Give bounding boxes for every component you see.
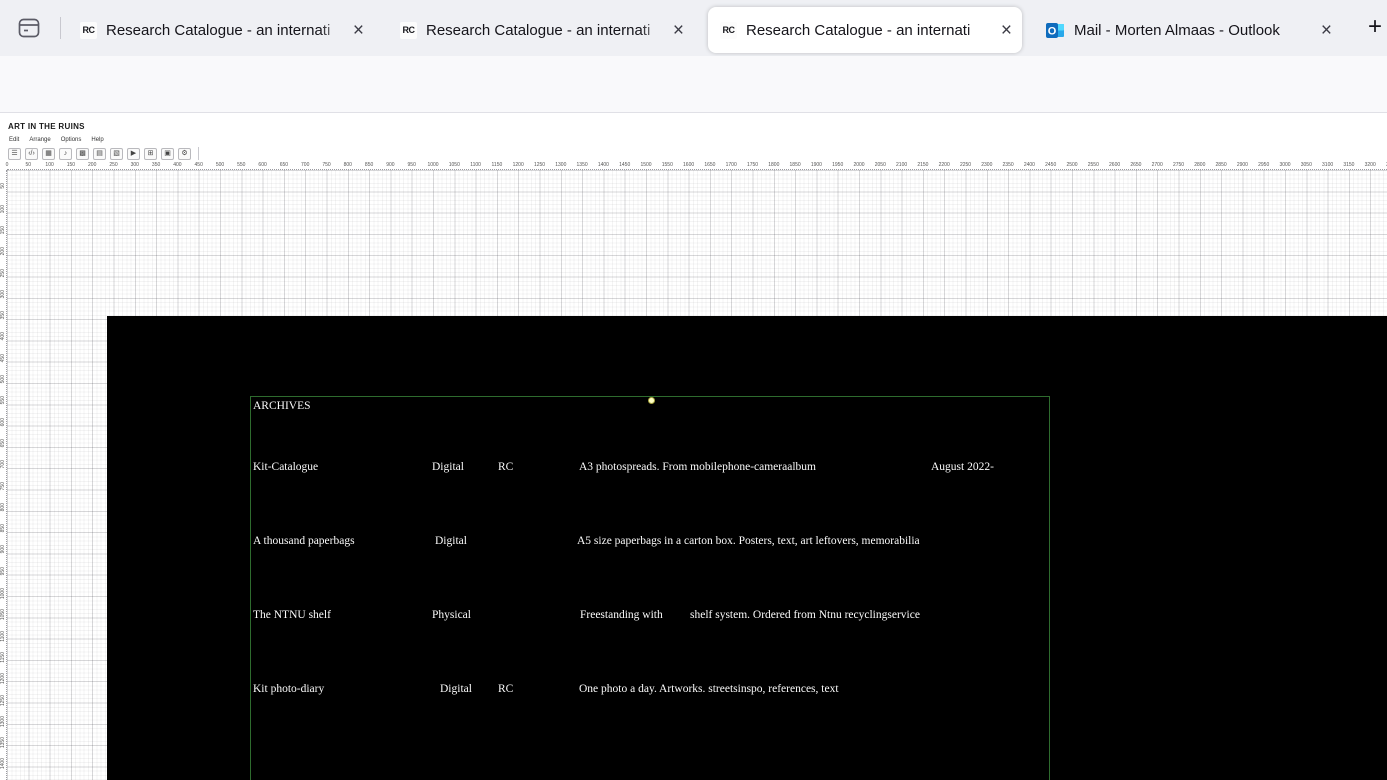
row-medium: Digital [432,461,464,473]
note-tool[interactable]: ▣ [161,148,174,160]
text-tool[interactable]: ☰ [8,148,21,160]
row-description: A5 size paperbags in a carton box. Poste… [577,535,920,547]
rc-editor-page: ART IN THE RUINS Edit Arrange Options He… [0,113,1387,780]
tabbar-separator [60,17,61,39]
slideshow-tool[interactable]: ▤ [93,148,106,160]
outlook-icon: O [1046,22,1065,39]
horizontal-ruler: 0501001502002503003504004505005506006507… [7,162,1387,170]
html-tool[interactable]: ‹/› [25,148,38,160]
tab-close-icon[interactable]: × [1001,21,1012,40]
row-title: Kit photo-diary [253,683,324,695]
tab-research-catalogue-2[interactable]: RC Research Catalogue - an internati × [388,7,694,53]
exposition-title: ART IN THE RUINS [8,122,85,131]
tab-outlook-mail[interactable]: O Mail - Morten Almaas - Outlook × [1034,7,1342,53]
grid-tool[interactable]: ⊞ [144,148,157,160]
row-location: RC [498,683,513,695]
pdf-tool[interactable]: ▧ [110,148,123,160]
rc-favicon: RC [400,22,417,39]
tab-close-icon[interactable]: × [673,21,684,40]
editor-toolbar: ☰ ‹/› ▦ ♪ ▩ ▤ ▧ ▶ ⊞ ▣ ⚙ [8,147,199,160]
row-date: August 2022- [931,461,994,473]
row-medium: Digital [440,683,472,695]
row-medium: Physical [432,609,471,621]
play-tool[interactable]: ▶ [127,148,140,160]
tab-research-catalogue-active[interactable]: RC Research Catalogue - an internati × [708,7,1022,53]
navigation-toolbar: ← → ⟳ https://www.researchcatalogue.net/… [0,56,1387,113]
tab-bar: RC Research Catalogue - an internati × R… [0,0,1387,56]
archives-heading: ARCHIVES [253,400,311,412]
menu-arrange[interactable]: Arrange [29,137,50,143]
editor-menubar: Edit Arrange Options Help [9,137,104,143]
menu-options[interactable]: Options [61,137,82,143]
rc-favicon: RC [80,22,97,39]
tab-close-icon[interactable]: × [1321,21,1332,40]
firefox-view-button[interactable] [14,14,44,42]
row-title: A thousand paperbags [253,535,355,547]
vertical-ruler: 5010015020025030035040045050055060065070… [0,170,7,780]
new-tab-button[interactable]: + [1360,13,1387,43]
row-description: Freestanding with [580,609,663,621]
firefox-view-icon [18,18,40,38]
tab-title: Research Catalogue - an internati [426,22,669,39]
row-description: One photo a day. Artworks. streetsinspo,… [579,683,839,695]
row-location: RC [498,461,513,473]
tab-title: Mail - Morten Almaas - Outlook [1074,22,1317,39]
row-medium: Digital [435,535,467,547]
menu-help[interactable]: Help [91,137,103,143]
tab-close-icon[interactable]: × [353,21,364,40]
row-title: The NTNU shelf [253,609,331,621]
picture-tool[interactable]: ▦ [42,148,55,160]
video-tool[interactable]: ▩ [76,148,89,160]
audio-tool[interactable]: ♪ [59,148,72,160]
menu-edit[interactable]: Edit [9,137,19,143]
rc-favicon: RC [720,22,737,39]
toolbar-separator [198,147,199,160]
settings-tool[interactable]: ⚙ [178,148,191,160]
selected-text-block[interactable] [250,396,1050,780]
svg-text:O: O [1048,25,1057,37]
tab-title: Research Catalogue - an internati [746,22,997,39]
tab-research-catalogue-1[interactable]: RC Research Catalogue - an internati × [68,7,374,53]
row-title: Kit-Catalogue [253,461,318,473]
tab-title: Research Catalogue - an internati [106,22,349,39]
row-description2: shelf system. Ordered from Ntnu recyclin… [690,609,920,621]
row-description: A3 photospreads. From mobilephone-camera… [579,461,816,473]
block-resize-handle[interactable] [648,397,655,404]
